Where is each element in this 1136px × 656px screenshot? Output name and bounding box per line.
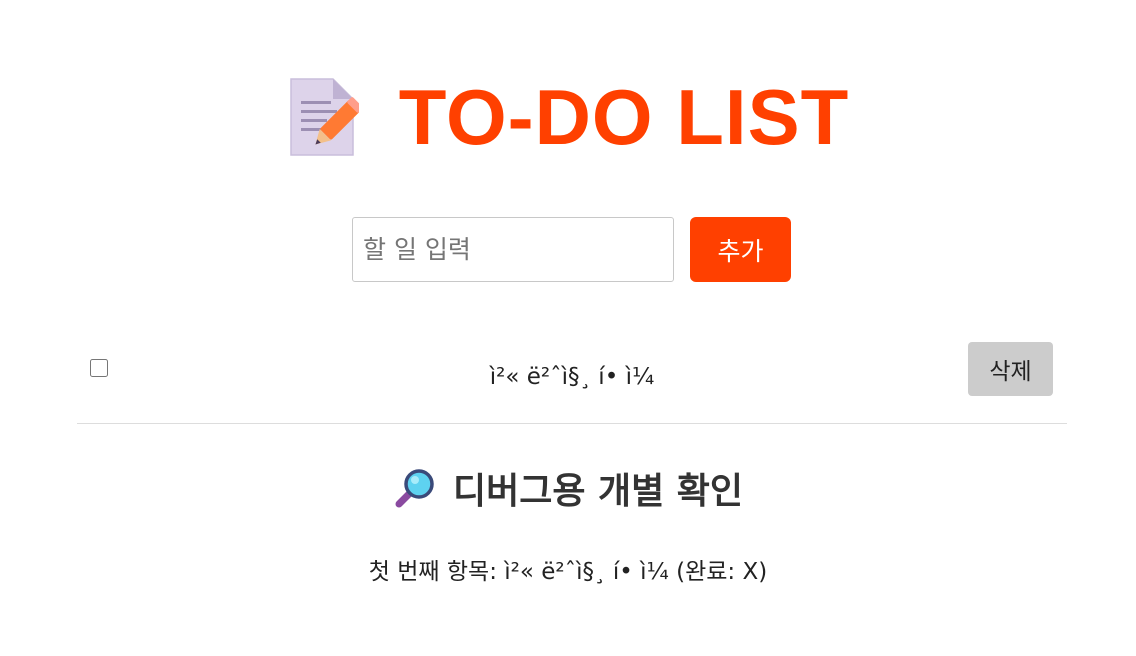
magnifying-glass-icon: [395, 469, 434, 508]
debug-section-heading: 디버그용 개별 확인: [0, 462, 1136, 514]
todo-text: ì²« ë²ˆì§¸ í• ì¼: [489, 364, 655, 390]
add-button[interactable]: 추가: [690, 217, 791, 282]
todo-list: ì²« ë²ˆì§¸ í• ì¼ 삭제: [77, 330, 1067, 424]
list-item: ì²« ë²ˆì§¸ í• ì¼ 삭제: [77, 330, 1067, 424]
debug-title: 디버그용 개별 확인: [452, 471, 744, 512]
page-title: TO-DO LIST: [398, 72, 850, 161]
todo-input[interactable]: [352, 217, 674, 282]
delete-button[interactable]: 삭제: [968, 342, 1053, 396]
todo-app: TO-DO LIST 추가 ì²« ë²ˆì§¸ í• ì¼ 삭제 디버그용 개…: [0, 0, 1136, 656]
memo-pencil-icon: [289, 78, 359, 156]
header: TO-DO LIST: [0, 72, 1136, 162]
debug-first-item-text: 첫 번째 항목: ì²« ë²ˆì§¸ í• ì¼ (완료: X): [368, 559, 768, 585]
add-todo-form: 추가: [352, 217, 791, 282]
